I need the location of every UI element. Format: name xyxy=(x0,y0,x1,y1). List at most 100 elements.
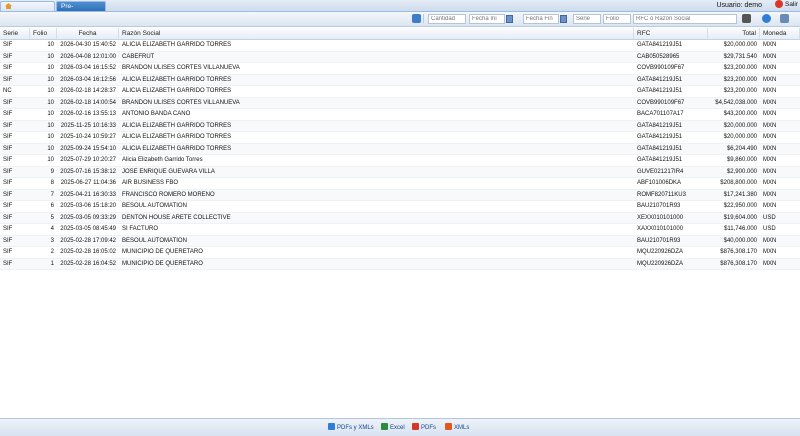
cell-moneda: MXN xyxy=(763,65,777,71)
table-row[interactable]: SIF 10 2026-02-16 13:55:13 ANTONIO BANDA CA… xyxy=(0,109,800,121)
column-header-fecha[interactable]: Fecha xyxy=(57,28,119,39)
table-row[interactable]: SIF 6 2025-03-06 15:18:20 BESOUL AUTOMATION… xyxy=(0,201,800,213)
serie-input[interactable] xyxy=(573,14,601,24)
xml-icon xyxy=(445,423,452,430)
column-header-folio[interactable]: Folio xyxy=(30,28,57,39)
cell-rfc: ABF101006DKA xyxy=(637,180,682,186)
cantidad-input[interactable] xyxy=(428,14,466,24)
logout-button[interactable]: Salir xyxy=(774,0,798,10)
cell-rfc: BAU210701R93 xyxy=(637,237,681,244)
cell-serie: SIF xyxy=(3,145,13,152)
cell-rfc: GATA841219J51 xyxy=(637,88,683,94)
folio-input[interactable] xyxy=(603,14,631,24)
cell-total: $11,746.000 xyxy=(724,226,757,232)
xmls-button[interactable]: XMLs xyxy=(445,423,469,432)
cell-moneda: MXN xyxy=(763,237,777,244)
cell-folio: 1 xyxy=(50,260,54,267)
cell-razon: JOSE ENRIQUE GUEVARA VILLA xyxy=(122,168,215,175)
table-row[interactable]: SIF 8 2025-06-27 11:04:36 AIR BUSINESS FBO A… xyxy=(0,178,800,190)
cell-serie: SIF xyxy=(3,226,13,232)
table-row[interactable]: SIF 10 2026-04-30 15:40:52 ALICIA ELIZABETH… xyxy=(0,40,800,52)
cell-rfc: COVB990109F67 xyxy=(637,99,685,106)
cell-rfc: GATA841219J51 xyxy=(637,134,683,140)
cell-razon: ANTONIO BANDA CANO xyxy=(122,111,191,117)
cell-moneda: USD xyxy=(763,226,776,232)
cell-total: $17,241.380 xyxy=(723,191,757,198)
cell-moneda: MXN xyxy=(763,88,777,94)
cell-rfc: GATA841219J51 xyxy=(637,76,683,83)
table-row[interactable]: SIF 10 2025-07-29 10:20:27 Alicia Elizabeth… xyxy=(0,155,800,167)
table-row[interactable]: SIF 10 2026-03-04 16:12:56 ALICIA ELIZABETH… xyxy=(0,74,800,86)
table-row[interactable]: SIF 2 2025-02-28 16:05:02 MUNICIPIO DE QUER… xyxy=(0,247,800,259)
xmls-label: XMLs xyxy=(454,425,470,431)
rfc-search-input[interactable] xyxy=(633,14,737,24)
column-header-total[interactable]: Total xyxy=(708,28,760,39)
column-header-serie[interactable]: Serie xyxy=(0,28,30,39)
table-row[interactable]: SIF 7 2025-04-21 16:30:33 FRANCISCO ROMERO … xyxy=(0,189,800,201)
cell-fecha: 2026-03-04 16:12:56 xyxy=(60,76,116,83)
cell-total: $20,000.000 xyxy=(723,122,757,129)
cell-fecha: 2025-07-16 15:38:12 xyxy=(60,168,116,175)
cell-moneda: USD xyxy=(763,214,776,221)
table-row[interactable]: SIF 3 2025-02-28 17:09:42 BESOUL AUTOMATION… xyxy=(0,235,800,247)
cell-razon: ALICIA ELIZABETH GARRIDO TORRES xyxy=(122,76,232,83)
calendar-icon[interactable] xyxy=(560,15,567,23)
table-row[interactable]: SIF 10 2026-03-04 16:15:52 BRANDON ULISES C… xyxy=(0,63,800,75)
cell-serie: SIF xyxy=(3,157,13,163)
cell-folio: 10 xyxy=(47,53,54,60)
cell-fecha: 2025-07-29 10:20:27 xyxy=(60,157,116,163)
pdfs-xmls-button[interactable]: PDFs y XMLs xyxy=(328,423,374,432)
cell-moneda: MXN xyxy=(763,122,777,129)
cell-total: $23,200.000 xyxy=(723,76,757,83)
cell-serie: SIF xyxy=(3,191,13,198)
cell-rfc: MQU220926DZA xyxy=(637,260,684,267)
cell-serie: SIF xyxy=(3,42,13,48)
table-row[interactable]: SIF 10 2025-10-24 10:59:27 ALICIA ELIZABETH… xyxy=(0,132,800,144)
table-row[interactable]: SIF 10 2026-02-18 14:00:54 BRANDON ULISES C… xyxy=(0,97,800,109)
column-header-razon-social[interactable]: Razón Social xyxy=(119,28,634,39)
table-row[interactable]: NC 10 2026-02-18 14:28:37 ALICIA ELIZABETH … xyxy=(0,86,800,98)
cell-moneda: MXN xyxy=(763,260,777,267)
cell-razon: MUNICIPIO DE QUERETARO xyxy=(122,260,203,267)
table-row[interactable]: SIF 4 2025-03-05 08:45:49 SI FACTURO XAXX010… xyxy=(0,224,800,236)
table-row[interactable]: SIF 10 2025-09-24 15:54:10 ALICIA ELIZABETH… xyxy=(0,143,800,155)
table-row[interactable]: SIF 5 2025-03-05 09:33:29 DENTON HOUSE ARET… xyxy=(0,212,800,224)
refresh-icon[interactable] xyxy=(412,14,421,23)
pdf-icon xyxy=(412,423,419,430)
cell-moneda: MXN xyxy=(763,191,777,198)
cell-serie: SIF xyxy=(3,203,13,209)
table-row[interactable]: SIF 9 2025-07-16 15:38:12 JOSE ENRIQUE GUEV… xyxy=(0,166,800,178)
tab-demodemo2[interactable]: demodemo2 xyxy=(0,1,55,20)
cell-folio: 3 xyxy=(50,237,54,244)
fecha-fin-input[interactable] xyxy=(523,14,559,24)
tab-pre-facturas[interactable]: Pre-Facturas✕ xyxy=(56,1,106,20)
cell-folio: 4 xyxy=(50,226,54,232)
cell-folio: 10 xyxy=(47,157,54,163)
cell-serie: SIF xyxy=(3,65,13,71)
search-icon[interactable] xyxy=(742,14,751,23)
cell-razon: ALICIA ELIZABETH GARRIDO TORRES xyxy=(122,134,232,140)
pdfs-button[interactable]: PDFs xyxy=(412,423,436,432)
cell-serie: SIF xyxy=(3,237,13,244)
cell-fecha: 2026-04-08 12:01:00 xyxy=(60,53,116,60)
cell-fecha: 2025-02-28 17:09:42 xyxy=(60,237,116,244)
settings-icon[interactable] xyxy=(780,14,789,23)
cell-serie: SIF xyxy=(3,53,13,60)
table-row[interactable]: SIF 10 2025-11-25 10:16:33 ALICIA ELIZABETH… xyxy=(0,120,800,132)
cell-total: $20,000.000 xyxy=(723,42,757,48)
cell-razon: BESOUL AUTOMATION xyxy=(122,203,187,209)
column-header-rfc[interactable]: RFC xyxy=(634,28,708,39)
table-row[interactable]: SIF 1 2025-02-28 16:04:52 MUNICIPIO DE QUER… xyxy=(0,258,800,270)
cell-razon: BRANDON ULISES CORTES VILLANUEVA xyxy=(122,99,240,106)
column-header-moneda[interactable]: Moneda xyxy=(760,28,800,39)
fecha-ini-input[interactable] xyxy=(469,14,505,24)
cell-fecha: 2026-02-18 14:00:54 xyxy=(60,99,116,106)
cell-folio: 9 xyxy=(50,168,54,175)
excel-button[interactable]: Excel xyxy=(381,423,405,432)
cell-rfc: ROMF820711KU3 xyxy=(637,191,686,198)
table-row[interactable]: SIF 10 2026-04-08 12:01:00 CABEFRUT CAB05052… xyxy=(0,51,800,63)
tab-bar: demodemo2 Pre-Facturas✕ Usuario: demo Sa… xyxy=(0,0,800,20)
info-icon[interactable] xyxy=(762,14,771,23)
calendar-icon[interactable] xyxy=(506,15,513,23)
cell-rfc: BACA701107A17 xyxy=(637,111,684,117)
